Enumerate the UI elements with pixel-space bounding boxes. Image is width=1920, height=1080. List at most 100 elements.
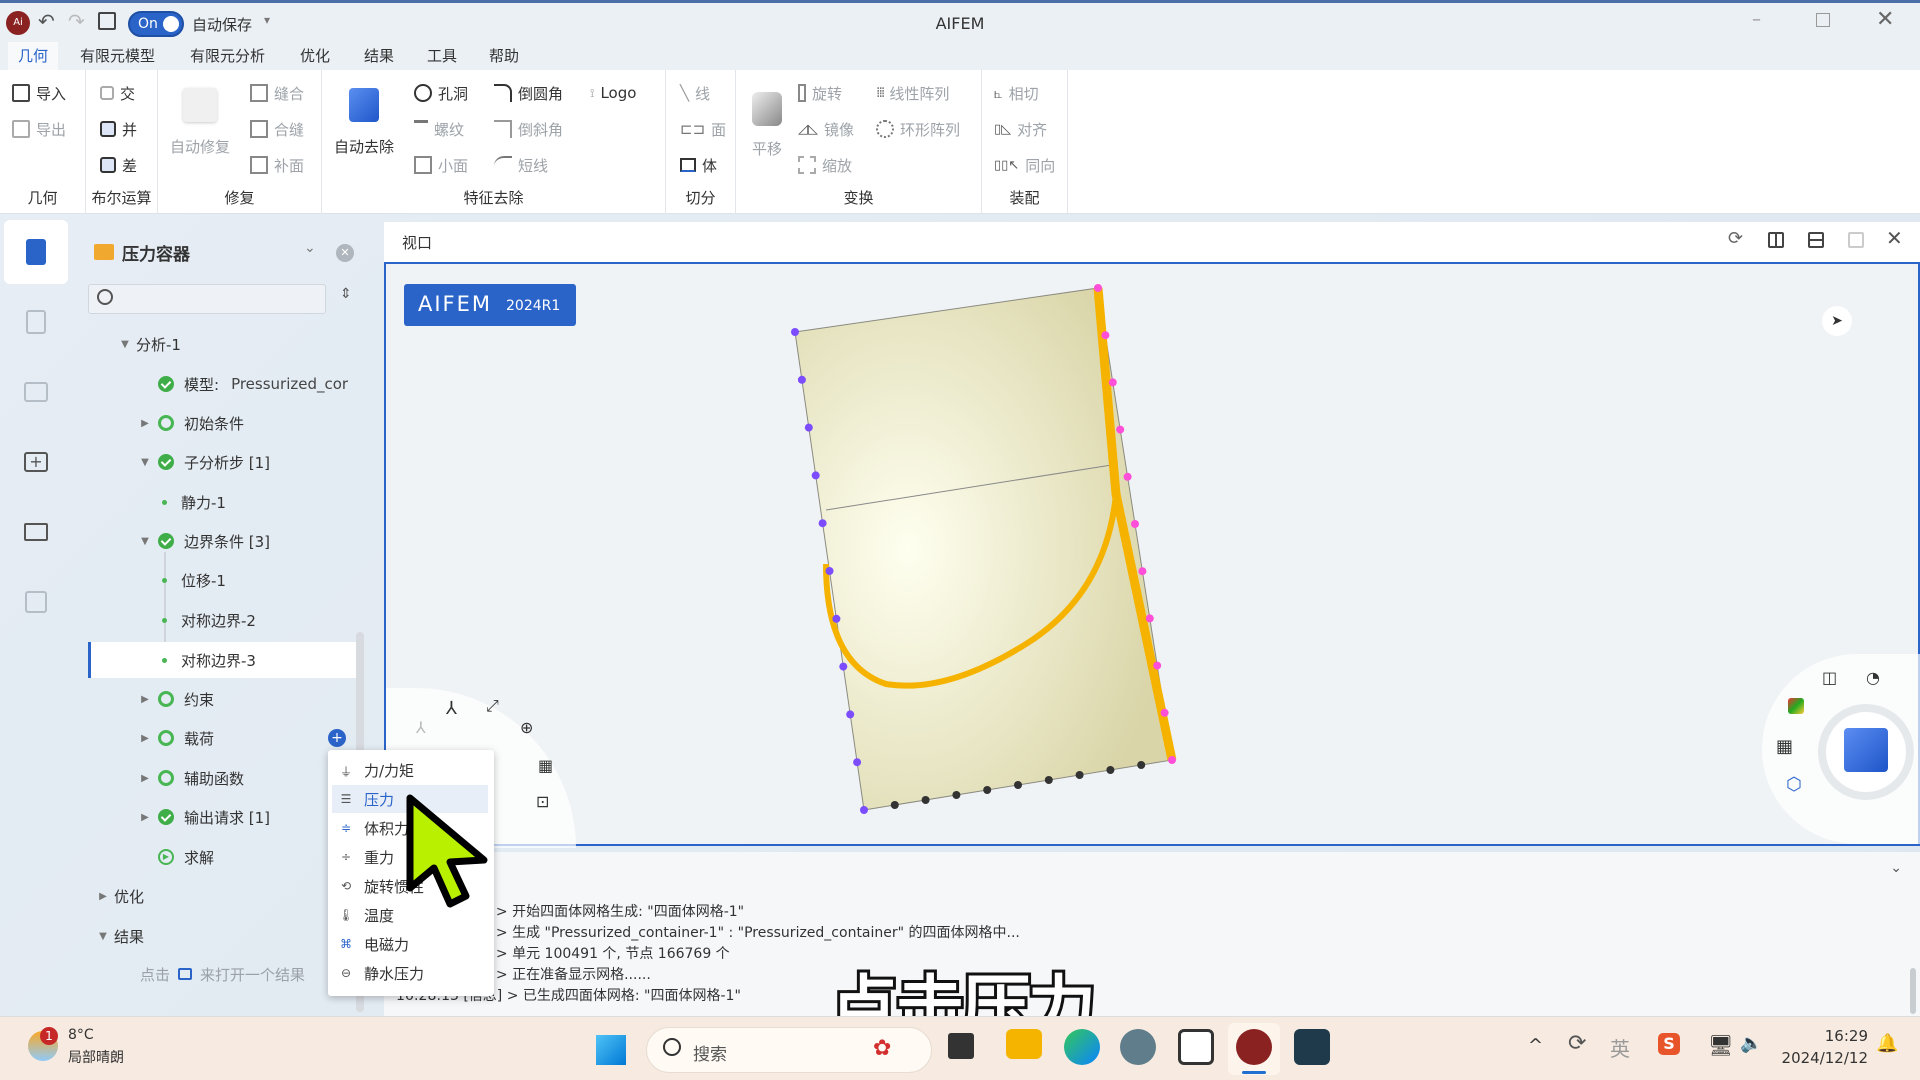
circular-array-button[interactable]: 环形阵列 [876, 116, 960, 142]
clock-date[interactable]: 2024/12/12 [1776, 1049, 1868, 1067]
tree-item-symmetry-3[interactable]: 对称边界-3 [162, 642, 256, 678]
rail-new[interactable]: + [4, 430, 68, 494]
filmora-icon[interactable] [1294, 1029, 1330, 1065]
logo-button[interactable]: ⟟ Logo [590, 80, 636, 106]
tab-optimization[interactable]: 优化 [290, 42, 340, 70]
screenshot-icon[interactable]: ⊡ [536, 792, 549, 811]
close-viewport-icon[interactable]: ✕ [1886, 226, 1903, 250]
console-scrollbar[interactable] [1910, 968, 1916, 1014]
restore-button[interactable] [1816, 13, 1830, 27]
file-explorer-icon[interactable] [1006, 1029, 1042, 1059]
tab-help[interactable]: 帮助 [479, 42, 529, 70]
menu-item-force-moment[interactable]: ⏚ 力/力矩 [332, 756, 488, 784]
task-view-icon[interactable] [948, 1033, 974, 1059]
rotate-button[interactable]: 旋转 [798, 80, 842, 106]
menu-item-hydrostatic[interactable]: ⊖ 静水压力 [332, 959, 488, 987]
notification-icon[interactable]: 🔔 [1876, 1033, 1898, 1054]
edge-icon[interactable] [1064, 1029, 1100, 1065]
split-face-button[interactable]: ⊏⊐ 面 [680, 116, 726, 142]
same-direction-button[interactable]: ▯▯↖ 同向 [994, 152, 1055, 178]
import-button[interactable]: 导入 [12, 80, 66, 106]
start-button[interactable] [596, 1035, 626, 1065]
linear-array-button[interactable]: ⁞⁞⁞ 线性阵列 [876, 80, 949, 106]
tree-item-static-1[interactable]: 静力-1 [162, 484, 226, 520]
grid-icon[interactable]: ▦ [538, 756, 553, 775]
collapse-project-icon[interactable]: ⌄ [304, 240, 316, 256]
add-load-button[interactable]: + [328, 729, 346, 747]
tree-search-input[interactable] [88, 284, 326, 314]
tab-results[interactable]: 结果 [354, 42, 404, 70]
pointer-mode-icon[interactable]: ➤ [1822, 306, 1852, 336]
sync-icon[interactable]: ⟳ [1568, 1031, 1586, 1056]
split-line-button[interactable]: ╲ 线 [680, 80, 710, 106]
tab-geometry[interactable]: 几何 [8, 42, 59, 70]
tangent-button[interactable]: ⦜ 相切 [994, 80, 1039, 106]
small-face-button[interactable]: 小面 [414, 152, 468, 178]
tab-tools[interactable]: 工具 [417, 42, 467, 70]
tree-item-displacement-1[interactable]: 位移-1 [162, 562, 226, 598]
tree-item-boundary-conditions[interactable]: ▼ 边界条件 [3] [138, 523, 270, 559]
patch-button[interactable]: 补面 [250, 152, 304, 178]
aifem-app-icon[interactable] [1236, 1029, 1272, 1065]
taskbar-search[interactable]: 搜索 ✿ [646, 1027, 932, 1073]
chamfer-button[interactable]: 倒斜角 [494, 116, 563, 142]
menu-item-electromagnetic[interactable]: ⌘ 电磁力 [332, 930, 488, 958]
merge-seam-button[interactable]: 合缝 [250, 116, 304, 142]
tree-item-solve[interactable]: ▶ 求解 [158, 839, 214, 875]
scale-button[interactable]: 缩放 [798, 152, 852, 178]
fillet-button[interactable]: 倒圆角 [494, 80, 563, 106]
sogou-icon[interactable]: S [1658, 1033, 1680, 1055]
tree-item-constraints[interactable]: ▶ 约束 [138, 681, 214, 717]
tree-item-results[interactable]: ▼ 结果 [96, 918, 144, 954]
show-hidden-icons[interactable]: ^ [1528, 1035, 1543, 1056]
network-icon[interactable]: 🖥 [1708, 1033, 1733, 1057]
intersect-button[interactable]: 交 [100, 80, 135, 106]
fit-view-icon[interactable]: ⤢ [486, 696, 499, 716]
minimize-button[interactable]: – [1752, 9, 1761, 30]
close-button[interactable]: ✕ [1876, 7, 1894, 32]
settings-icon[interactable] [1120, 1029, 1156, 1065]
translate-button[interactable]: 平移 [746, 92, 788, 159]
section-view-icon[interactable]: ◫ [1822, 668, 1837, 687]
model-render[interactable] [386, 264, 1918, 844]
axis-icon[interactable]: ⅄ [446, 698, 457, 719]
zoom-box-icon[interactable]: ⊕ [520, 718, 533, 737]
duplicate-view-icon[interactable] [1848, 232, 1864, 248]
rail-history[interactable] [4, 290, 68, 354]
split-horizontal-icon[interactable] [1808, 232, 1824, 248]
color-cube-icon[interactable] [1788, 698, 1804, 714]
auto-repair-button[interactable]: 自动修复 [168, 88, 232, 157]
wireframe-cube-icon[interactable]: ⬡ [1786, 774, 1802, 795]
rail-open[interactable] [4, 500, 68, 564]
mirror-button[interactable]: ◿◺ 镜像 [798, 116, 854, 142]
short-line-button[interactable]: 短线 [494, 152, 548, 178]
split-body-button[interactable]: 体 [680, 152, 717, 178]
union-button[interactable]: 并 [100, 116, 137, 142]
tab-fe-analysis[interactable]: 有限元分析 [180, 42, 275, 70]
tree-item-symmetry-2[interactable]: 对称边界-2 [162, 602, 256, 638]
rail-project-tree[interactable] [4, 220, 68, 284]
tree-item-substeps[interactable]: ▼ 子分析步 [1] [138, 444, 270, 480]
close-project-icon[interactable]: ✕ [336, 244, 354, 262]
subtract-button[interactable]: 差 [100, 152, 137, 178]
tree-item-analysis-1[interactable]: ▼ 分析-1 [118, 326, 181, 362]
open-result-folder-icon[interactable] [178, 968, 193, 980]
hole-button[interactable]: 孔洞 [414, 80, 468, 106]
tab-fe-model[interactable]: 有限元模型 [70, 42, 165, 70]
3d-viewport[interactable]: AIFEM 2024R1 ➤ ⅄ ⅄ ⤢ ⊕ ▦ ⊡ ◫ ◔ ▦ ⬡ [384, 262, 1920, 848]
clock-time[interactable]: 16:29 [1786, 1027, 1868, 1045]
tree-item-model[interactable]: 模型: Pressurized_cor [158, 366, 348, 402]
mesh-cube-icon[interactable]: ▦ [1776, 736, 1793, 757]
auto-remove-button[interactable]: 自动去除 [330, 88, 398, 157]
refresh-icon[interactable]: ⟳ [1728, 228, 1743, 249]
palette-icon[interactable]: ◔ [1866, 668, 1880, 687]
tree-item-output-requests[interactable]: ▶ 输出请求 [1] [138, 799, 270, 835]
user-axis-icon[interactable]: ⅄ [416, 718, 426, 737]
align-button[interactable]: ▯◺ 对齐 [994, 116, 1047, 142]
export-button[interactable]: 导出 [12, 116, 66, 142]
view-cube[interactable] [1818, 704, 1914, 800]
tree-item-aux-functions[interactable]: ▶ 辅助函数 [138, 760, 244, 796]
sort-icon[interactable]: ⇕ [340, 286, 352, 302]
split-vertical-icon[interactable] [1768, 232, 1784, 248]
tree-item-loads[interactable]: ▶ 载荷 [138, 720, 214, 756]
